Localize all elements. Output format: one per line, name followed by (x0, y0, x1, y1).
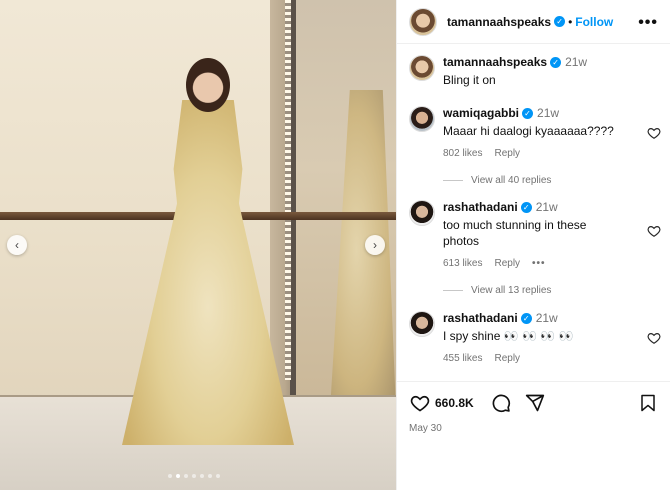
comment-username[interactable]: rashathadani (443, 200, 518, 214)
view-replies-label: View all 40 replies (471, 175, 552, 186)
post-header: tamannaahspeaks ✓ • Follow ••• (397, 0, 670, 44)
post-side-panel: tamannaahspeaks ✓ • Follow ••• tamannaah… (396, 0, 670, 490)
verified-icon: ✓ (554, 16, 566, 27)
carousel-dot (208, 474, 212, 478)
comment-likes[interactable]: 802 likes (443, 148, 482, 159)
heart-icon[interactable] (409, 392, 431, 414)
comment-more-icon[interactable]: ••• (532, 258, 546, 269)
avatar[interactable] (409, 200, 435, 226)
more-icon[interactable]: ••• (638, 14, 658, 32)
post-date: May 30 (409, 423, 442, 434)
chevron-right-icon: › (373, 238, 377, 252)
carousel-dot (216, 474, 220, 478)
reply-button[interactable]: Reply (494, 353, 520, 364)
comment-username[interactable]: wamiqagabbi (443, 106, 519, 120)
post-viewer: ‹ › tamannaahspeaks ✓ • Follow ••• taman… (0, 0, 670, 490)
heart-icon[interactable] (647, 331, 661, 345)
carousel-dots (168, 474, 220, 478)
replies-line (443, 290, 463, 291)
comment-icon[interactable] (490, 392, 512, 414)
view-replies-button[interactable]: View all 40 replies (443, 175, 551, 186)
heart-icon[interactable] (647, 126, 661, 140)
comment-text: Maaar hi daalogi kyaaaaaa???? (443, 124, 614, 138)
avatar[interactable] (409, 7, 437, 36)
reply-button[interactable]: Reply (494, 258, 520, 269)
heart-icon[interactable] (647, 224, 661, 238)
carousel-dot (200, 474, 204, 478)
carousel-dot (176, 474, 180, 478)
post-author-username[interactable]: tamannaahspeaks (447, 15, 551, 29)
comment-time: 21w (535, 200, 558, 214)
separator-dot: • (568, 14, 573, 29)
avatar[interactable] (409, 106, 435, 132)
carousel-dot (184, 474, 188, 478)
post-actions: 660.8K May 30 (397, 381, 670, 434)
verified-icon: ✓ (520, 202, 532, 214)
view-replies-button[interactable]: View all 13 replies (443, 285, 551, 296)
carousel-dot (192, 474, 196, 478)
carousel-prev-button[interactable]: ‹ (7, 235, 27, 255)
follow-button[interactable]: Follow (575, 15, 613, 29)
carousel-next-button[interactable]: › (365, 235, 385, 255)
photo-light-strip (285, 0, 291, 380)
comment-text: I spy shine 👀 👀 👀 👀 (443, 329, 574, 343)
replies-line (443, 180, 463, 181)
comment-likes[interactable]: 613 likes (443, 258, 482, 269)
caption-text: Bling it on (443, 73, 496, 87)
comment-time: 21w (537, 106, 560, 120)
carousel-dot (168, 474, 172, 478)
caption-username[interactable]: tamannaahspeaks (443, 55, 547, 69)
likes-count[interactable]: 660.8K (435, 396, 474, 410)
avatar[interactable] (409, 311, 435, 337)
verified-icon: ✓ (550, 57, 562, 69)
chevron-left-icon: ‹ (15, 238, 19, 252)
comment-text: too much stunning in these photos (443, 218, 587, 248)
verified-icon: ✓ (522, 108, 534, 120)
comment-time: 21w (535, 311, 558, 325)
reply-button[interactable]: Reply (494, 148, 520, 159)
view-replies-label: View all 13 replies (471, 285, 552, 296)
post-photo[interactable]: ‹ › (0, 0, 396, 490)
caption-time: 21w (565, 55, 588, 69)
avatar[interactable] (409, 55, 435, 81)
share-icon[interactable] (524, 392, 546, 414)
photo-head (186, 58, 230, 112)
bookmark-icon[interactable] (637, 392, 659, 414)
verified-icon: ✓ (520, 313, 532, 325)
comment-username[interactable]: rashathadani (443, 311, 518, 325)
comment-likes[interactable]: 455 likes (443, 353, 482, 364)
